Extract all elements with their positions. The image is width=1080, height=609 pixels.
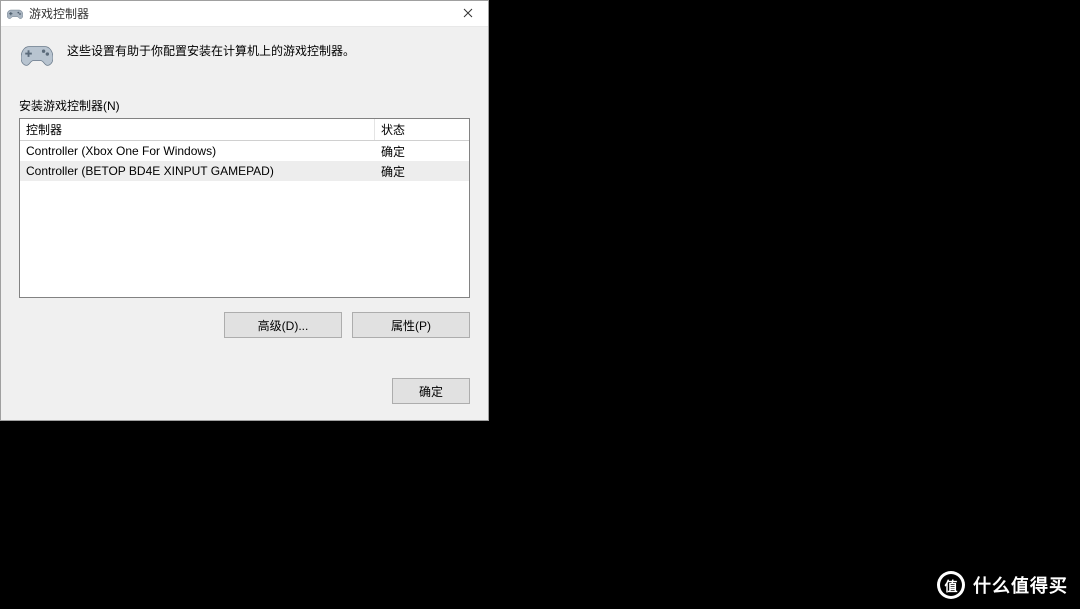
- game-controllers-dialog: 游戏控制器 这些设置有助于你配置安装在计算机上的游戏控制器。 安装游戏控制器(N…: [0, 0, 489, 421]
- list-label: 安装游戏控制器(N): [19, 97, 470, 114]
- gamepad-icon: [7, 6, 23, 22]
- watermark-text: 什么值得买: [973, 572, 1068, 598]
- description-row: 这些设置有助于你配置安装在计算机上的游戏控制器。: [19, 41, 470, 69]
- controller-status: 确定: [375, 143, 469, 160]
- button-row-advanced-properties: 高级(D)... 属性(P): [19, 312, 470, 338]
- controller-list[interactable]: 控制器 状态 Controller (Xbox One For Windows)…: [19, 118, 470, 298]
- list-row[interactable]: Controller (BETOP BD4E XINPUT GAMEPAD) 确…: [20, 161, 469, 181]
- watermark-badge: 值: [937, 571, 965, 599]
- list-header: 控制器 状态: [20, 119, 469, 141]
- dialog-title: 游戏控制器: [29, 5, 448, 22]
- titlebar[interactable]: 游戏控制器: [1, 1, 488, 27]
- description-text: 这些设置有助于你配置安装在计算机上的游戏控制器。: [67, 41, 355, 60]
- properties-button[interactable]: 属性(P): [352, 312, 470, 338]
- column-header-controller[interactable]: 控制器: [20, 119, 375, 140]
- column-header-status[interactable]: 状态: [375, 119, 469, 140]
- gamepad-large-icon: [21, 41, 53, 69]
- close-button[interactable]: [448, 1, 488, 27]
- controller-name: Controller (Xbox One For Windows): [20, 144, 375, 158]
- button-row-ok: 确定: [19, 378, 470, 404]
- controller-status: 确定: [375, 163, 469, 180]
- advanced-button[interactable]: 高级(D)...: [224, 312, 342, 338]
- list-row[interactable]: Controller (Xbox One For Windows) 确定: [20, 141, 469, 161]
- ok-button[interactable]: 确定: [392, 378, 470, 404]
- watermark: 值 什么值得买: [937, 571, 1068, 599]
- dialog-body: 这些设置有助于你配置安装在计算机上的游戏控制器。 安装游戏控制器(N) 控制器 …: [1, 27, 488, 420]
- close-icon: [463, 7, 473, 21]
- controller-name: Controller (BETOP BD4E XINPUT GAMEPAD): [20, 164, 375, 178]
- watermark-badge-text: 值: [940, 574, 962, 596]
